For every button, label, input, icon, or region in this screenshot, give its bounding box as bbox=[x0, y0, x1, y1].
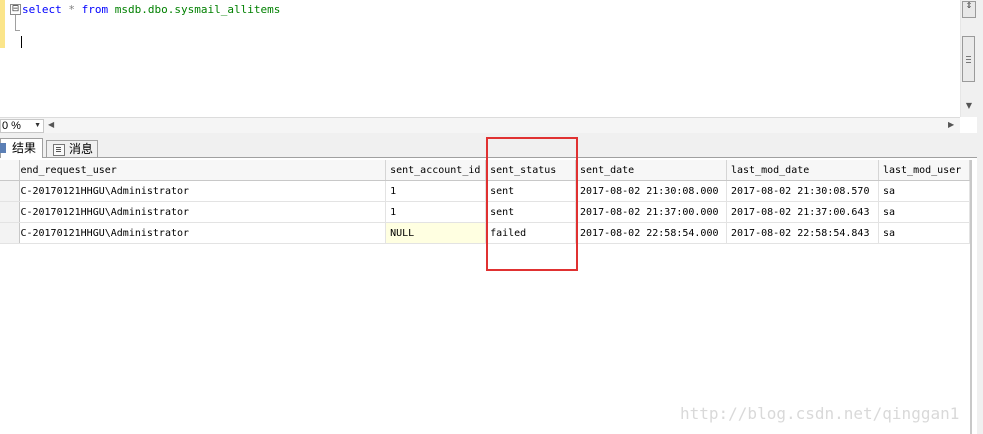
watermark-text: http://blog.csdn.net/qinggan1 bbox=[680, 404, 960, 423]
table-cell[interactable]: failed bbox=[485, 222, 577, 244]
table-row: C-20170121HHGU\Administrator 1 sent 2017… bbox=[0, 201, 971, 223]
results-grid[interactable]: end_request_user sent_account_id sent_st… bbox=[0, 160, 971, 434]
outline-line bbox=[15, 15, 16, 31]
editor-status-bar: 0 % ▼ ◀ ▶ bbox=[0, 117, 960, 134]
scroll-down-icon[interactable]: ▼ bbox=[963, 100, 975, 112]
table-cell[interactable]: 1 bbox=[385, 201, 487, 223]
collapse-icon[interactable]: ⊟ bbox=[10, 4, 21, 15]
sql-keyword-from: from bbox=[81, 3, 109, 16]
sql-schema: msdb.dbo. bbox=[114, 3, 175, 16]
table-cell[interactable]: 2017-08-02 21:37:00.000 bbox=[575, 201, 727, 223]
table-row: C-20170121HHGU\Administrator NULL failed… bbox=[0, 222, 971, 244]
table-cell[interactable]: 2017-08-02 21:30:08.570 bbox=[726, 180, 879, 202]
table-cell[interactable]: 2017-08-02 21:37:00.643 bbox=[726, 201, 879, 223]
null-cell[interactable]: NULL bbox=[385, 222, 487, 244]
grip-line bbox=[966, 59, 971, 60]
table-cell[interactable]: sa bbox=[878, 201, 971, 223]
results-tab-bar: 结果 消息 bbox=[0, 138, 977, 158]
table-cell[interactable]: sent bbox=[485, 201, 577, 223]
column-header[interactable]: last_mod_user bbox=[878, 160, 971, 181]
sql-table-name: sysmail_allitems bbox=[174, 3, 281, 16]
table-cell[interactable]: 1 bbox=[385, 180, 487, 202]
grid-icon bbox=[0, 143, 6, 153]
tab-messages[interactable]: 消息 bbox=[46, 140, 98, 158]
zoom-dropdown[interactable]: 0 % ▼ bbox=[0, 119, 44, 133]
tab-results-label: 结果 bbox=[12, 141, 37, 155]
column-header[interactable]: last_mod_date bbox=[726, 160, 879, 181]
table-cell[interactable]: sa bbox=[878, 180, 971, 202]
results-table: end_request_user sent_account_id sent_st… bbox=[0, 160, 971, 244]
row-header[interactable] bbox=[0, 180, 21, 202]
text-caret bbox=[21, 36, 22, 48]
table-cell[interactable]: sent bbox=[485, 180, 577, 202]
row-header[interactable] bbox=[0, 222, 21, 244]
zoom-value: 0 % bbox=[2, 120, 21, 132]
row-header[interactable] bbox=[0, 201, 21, 223]
tab-messages-label: 消息 bbox=[69, 142, 94, 156]
table-cell[interactable]: 2017-08-02 22:58:54.843 bbox=[726, 222, 879, 244]
column-header[interactable]: sent_date bbox=[575, 160, 727, 181]
column-header[interactable]: end_request_user bbox=[19, 160, 387, 181]
change-indicator-bar bbox=[0, 0, 5, 48]
scroll-right-icon[interactable]: ▶ bbox=[948, 120, 954, 129]
column-header[interactable]: sent_status bbox=[485, 160, 577, 181]
window-edge bbox=[977, 0, 983, 434]
table-cell[interactable]: C-20170121HHGU\Administrator bbox=[19, 222, 387, 244]
table-cell[interactable]: C-20170121HHGU\Administrator bbox=[19, 180, 387, 202]
table-cell[interactable]: C-20170121HHGU\Administrator bbox=[19, 201, 387, 223]
table-cell[interactable]: sa bbox=[878, 222, 971, 244]
scroll-left-icon[interactable]: ◀ bbox=[48, 120, 54, 129]
table-row: C-20170121HHGU\Administrator 1 sent 2017… bbox=[0, 180, 971, 202]
grid-edge bbox=[970, 160, 972, 434]
sql-code-line[interactable]: select * from msdb.dbo.sysmail_allitems bbox=[22, 3, 280, 16]
table-cell[interactable]: 2017-08-02 22:58:54.000 bbox=[575, 222, 727, 244]
column-header[interactable]: sent_account_id bbox=[385, 160, 487, 181]
tab-results[interactable]: 结果 bbox=[0, 138, 43, 158]
messages-icon bbox=[53, 144, 65, 156]
split-window-icon[interactable]: ⇕ bbox=[962, 1, 976, 18]
sql-star: * bbox=[68, 3, 75, 16]
chevron-down-icon: ▼ bbox=[34, 122, 41, 129]
table-cell[interactable]: 2017-08-02 21:30:08.000 bbox=[575, 180, 727, 202]
query-editor[interactable]: ⊟ select * from msdb.dbo.sysmail_allitem… bbox=[0, 0, 960, 117]
grip-line bbox=[966, 56, 971, 57]
header-row: end_request_user sent_account_id sent_st… bbox=[0, 160, 971, 181]
corner-cell[interactable] bbox=[0, 160, 21, 181]
outline-line-end bbox=[15, 30, 20, 31]
grip-line bbox=[966, 62, 971, 63]
scroll-thumb[interactable] bbox=[962, 36, 975, 82]
sql-keyword-select: select bbox=[22, 3, 62, 16]
